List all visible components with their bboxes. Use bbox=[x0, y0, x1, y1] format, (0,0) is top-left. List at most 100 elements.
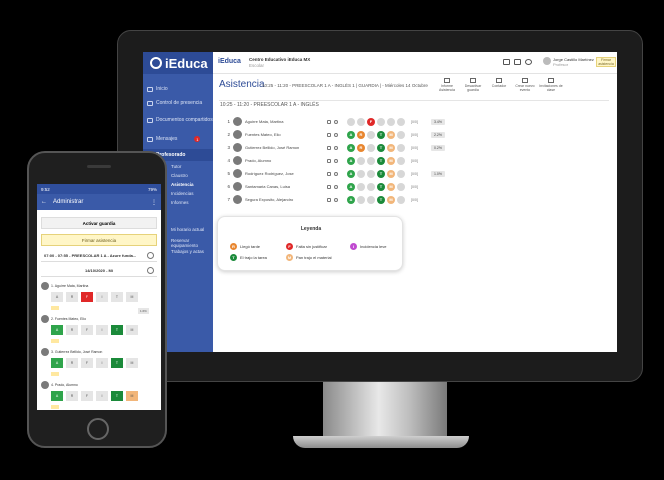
activar-guardia-button[interactable]: Activar guardia bbox=[41, 217, 157, 229]
student-name[interactable]: Fuentes Mateo, Elio bbox=[245, 132, 327, 137]
attendance-toggle[interactable] bbox=[387, 117, 395, 126]
sidebar-sub-incidencias[interactable]: Incidencias bbox=[171, 191, 194, 196]
support-icon[interactable] bbox=[525, 59, 532, 65]
attendance-toggle[interactable] bbox=[357, 117, 365, 126]
firmar-asistencia-button[interactable]: Firmar asistencia bbox=[596, 57, 616, 67]
attendance-toggle[interactable] bbox=[397, 156, 405, 165]
attendance-toggle[interactable]: T bbox=[377, 130, 385, 139]
camera-icon[interactable] bbox=[327, 171, 331, 176]
invitaciones-button[interactable]: Invitaciones de clase bbox=[539, 78, 563, 92]
avatar[interactable] bbox=[543, 57, 551, 65]
sidebar-sub-claustro[interactable]: Claustro bbox=[171, 173, 188, 178]
attendance-toggle[interactable] bbox=[397, 195, 405, 204]
student-name[interactable]: Rodríguez Rodríguez, Jose bbox=[245, 171, 327, 176]
back-arrow-icon[interactable]: ← bbox=[41, 199, 47, 205]
attendance-button[interactable]: I bbox=[96, 325, 108, 335]
attendance-button[interactable]: T bbox=[111, 325, 123, 335]
attendance-toggle[interactable] bbox=[377, 117, 385, 126]
attendance-toggle[interactable]: A bbox=[347, 156, 355, 165]
attendance-button[interactable]: M bbox=[126, 358, 138, 368]
student-name[interactable]: Prado, Alumno bbox=[245, 158, 327, 163]
camera-icon[interactable] bbox=[327, 132, 331, 137]
attendance-toggle[interactable]: A bbox=[347, 169, 355, 178]
attendance-toggle[interactable] bbox=[347, 117, 355, 126]
attendance-toggle[interactable]: M bbox=[387, 130, 395, 139]
session-filter[interactable]: 10:25 - 11:20 - PREESCOLAR 1 A - INGLÉS bbox=[220, 102, 319, 108]
attendance-toggle[interactable]: A bbox=[347, 143, 355, 152]
attendance-toggle[interactable]: M bbox=[387, 169, 395, 178]
attendance-button[interactable]: I bbox=[96, 292, 108, 302]
attendance-toggle[interactable] bbox=[357, 182, 365, 191]
attendance-button[interactable]: R bbox=[66, 292, 78, 302]
attendance-toggle[interactable]: F bbox=[367, 117, 375, 126]
attendance-toggle[interactable]: A bbox=[347, 130, 355, 139]
topbar-logo[interactable]: iEduca bbox=[218, 58, 241, 65]
comment-icon[interactable] bbox=[334, 197, 338, 202]
attendance-button[interactable]: M bbox=[126, 325, 138, 335]
attendance-button[interactable]: F bbox=[81, 391, 93, 401]
attendance-toggle[interactable]: T bbox=[377, 182, 385, 191]
attendance-toggle[interactable]: T bbox=[377, 143, 385, 152]
attendance-toggle[interactable]: A bbox=[347, 182, 355, 191]
attendance-toggle[interactable] bbox=[367, 182, 375, 191]
crear-evento-button[interactable]: Crear nuevo evento bbox=[513, 78, 537, 92]
user-menu[interactable]: Jorge Castillo Martínez Profesor bbox=[553, 57, 594, 67]
attendance-toggle[interactable]: R bbox=[357, 130, 365, 139]
comment-icon[interactable] bbox=[334, 145, 338, 150]
attendance-button[interactable]: R bbox=[66, 325, 78, 335]
attendance-button[interactable]: F bbox=[81, 358, 93, 368]
attendance-button[interactable]: R bbox=[66, 358, 78, 368]
session-select[interactable]: 07:00 - 07:55 - PREESCOLAR 1 A - Azure f… bbox=[41, 250, 157, 262]
attendance-toggle[interactable]: M bbox=[387, 156, 395, 165]
attendance-button[interactable]: I bbox=[96, 391, 108, 401]
attendance-toggle[interactable]: M bbox=[387, 182, 395, 191]
calendar-icon[interactable] bbox=[514, 59, 521, 65]
desactivar-guardia-button[interactable]: Desactivar guardia bbox=[461, 78, 485, 92]
sidebar-sub-tutor[interactable]: Tutor bbox=[171, 164, 181, 169]
attendance-toggle[interactable] bbox=[357, 156, 365, 165]
camera-icon[interactable] bbox=[327, 158, 331, 163]
camera-icon[interactable] bbox=[327, 145, 331, 150]
attendance-toggle[interactable] bbox=[357, 169, 365, 178]
sidebar-item-reservar[interactable]: Reservar equipamiento bbox=[171, 238, 213, 248]
sidebar-item-trabajos[interactable]: Trabajos y actas bbox=[171, 249, 204, 254]
attendance-button[interactable]: F bbox=[81, 325, 93, 335]
attendance-toggle[interactable]: M bbox=[387, 195, 395, 204]
camera-icon[interactable] bbox=[327, 184, 331, 189]
attendance-button[interactable]: T bbox=[111, 391, 123, 401]
attendance-button[interactable]: A bbox=[51, 391, 63, 401]
comment-icon[interactable] bbox=[334, 171, 338, 176]
attendance-toggle[interactable] bbox=[367, 143, 375, 152]
comment-icon[interactable] bbox=[334, 132, 338, 137]
attendance-button[interactable]: T bbox=[111, 292, 123, 302]
attendance-toggle[interactable] bbox=[397, 130, 405, 139]
attendance-toggle[interactable] bbox=[397, 143, 405, 152]
sidebar-logo[interactable]: iEduca bbox=[143, 52, 213, 74]
sidebar-item-mensajes[interactable]: Mensajes 1 bbox=[143, 136, 213, 142]
attendance-toggle[interactable]: A bbox=[347, 195, 355, 204]
attendance-toggle[interactable]: T bbox=[377, 195, 385, 204]
attendance-toggle[interactable]: T bbox=[377, 156, 385, 165]
comment-icon[interactable] bbox=[334, 158, 338, 163]
attendance-button[interactable]: A bbox=[51, 358, 63, 368]
contador-button[interactable]: Contador bbox=[487, 78, 511, 88]
attendance-toggle[interactable] bbox=[367, 130, 375, 139]
camera-icon[interactable] bbox=[327, 119, 331, 124]
phone-home-button[interactable] bbox=[87, 418, 109, 440]
firmar-asistencia-phone-button[interactable]: Firmar asistencia bbox=[41, 234, 157, 246]
attendance-toggle[interactable] bbox=[367, 169, 375, 178]
attendance-toggle[interactable]: M bbox=[387, 143, 395, 152]
attendance-toggle[interactable]: T bbox=[377, 169, 385, 178]
sidebar-item-inicio[interactable]: Inicio bbox=[143, 86, 213, 92]
student-name[interactable]: Gutierrez Bellido, José Ramon bbox=[245, 145, 327, 150]
attendance-button[interactable]: A bbox=[51, 292, 63, 302]
student-name[interactable]: Aguirre Mata, Martina bbox=[245, 119, 327, 124]
attendance-toggle[interactable] bbox=[367, 156, 375, 165]
sidebar-item-documentos[interactable]: Documentos compartidos bbox=[143, 117, 213, 123]
attendance-button[interactable]: R bbox=[66, 391, 78, 401]
camera-icon[interactable] bbox=[327, 197, 331, 202]
attendance-toggle[interactable] bbox=[367, 195, 375, 204]
student-name[interactable]: Segura Exposito, Alejandro bbox=[245, 197, 327, 202]
attendance-button[interactable]: A bbox=[51, 325, 63, 335]
informe-asistencia-button[interactable]: Informe Asistencia bbox=[435, 78, 459, 92]
